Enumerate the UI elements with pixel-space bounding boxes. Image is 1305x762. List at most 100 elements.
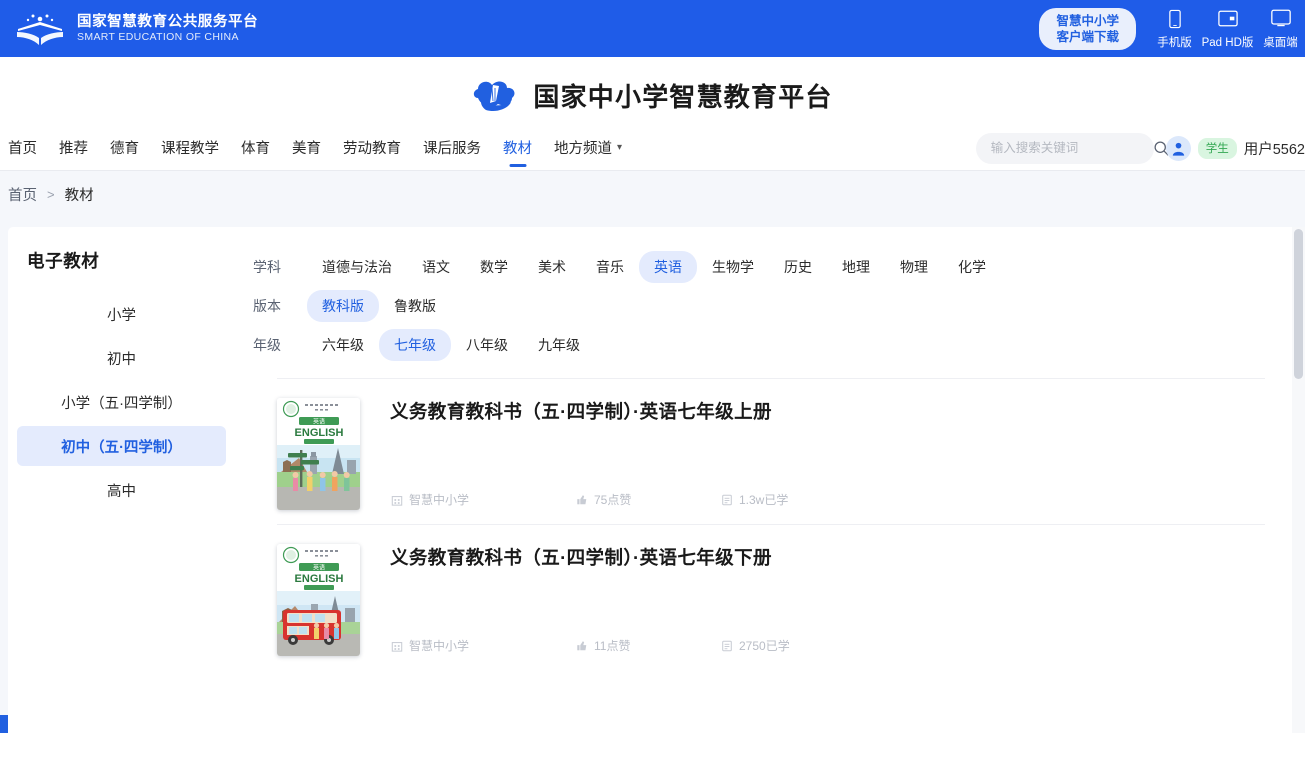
sidebar-item-label: 初中（五·四学制） [61,436,182,457]
sidebar-item-label: 小学（五·四学制） [61,392,182,413]
list-item[interactable]: 英语 ENGLISH [277,524,1265,670]
version-chip-lujiaoban[interactable]: 鲁教版 [379,290,451,322]
grade-chip-9[interactable]: 九年级 [523,329,595,361]
scrollbar-thumb[interactable] [1294,229,1303,379]
nav-label: 首页 [8,137,37,158]
subject-chip-biology[interactable]: 生物学 [697,251,769,283]
platform-link-mobile[interactable]: 手机版 [1150,8,1199,50]
top-bar-right-group: 智慧中小学 客户端下载 手机版 [1039,0,1305,57]
nav-right-group: 学生 用户5562 [976,125,1305,171]
sidebar-item-primary[interactable]: 小学 [17,294,226,334]
book-title[interactable]: 义务教育教科书（五·四学制）·英语七年级上册 [390,398,1265,424]
cloud-book-logo-icon [472,77,519,114]
nav-item-textbooks[interactable]: 教材 [492,125,543,170]
nav-item-aesthetic-education[interactable]: 美育 [281,125,332,170]
publisher-label: 智慧中小学 [409,637,469,654]
filter-row-version: 版本 教科版 鲁教版 [235,286,1305,325]
subject-chip-art[interactable]: 美术 [523,251,581,283]
search-bar[interactable] [976,133,1154,164]
subject-chip-list: 道德与法治 语文 数学 美术 音乐 英语 生物学 历史 地理 物理 化学 [307,251,1001,283]
version-chip-jiaokeban[interactable]: 教科版 [307,290,379,322]
user-info[interactable]: 学生 用户5562 [1166,136,1305,161]
list-item[interactable]: 英语 ENGLISH [277,378,1265,524]
subject-chip-physics[interactable]: 物理 [885,251,943,283]
institution-icon [390,493,403,506]
grade-chip-8[interactable]: 八年级 [451,329,523,361]
nav-item-home[interactable]: 首页 [0,125,48,170]
platform-label: 桌面端 [1263,34,1298,50]
client-download-button[interactable]: 智慧中小学 客户端下载 [1039,8,1136,50]
filter-label-version: 版本 [253,296,307,316]
sidebar-item-primary-54[interactable]: 小学（五·四学制） [17,382,226,422]
filter-row-subject: 学科 道德与法治 语文 数学 美术 音乐 英语 生物学 历史 地理 物理 化学 [235,247,1305,286]
nav-item-after-school[interactable]: 课后服务 [412,125,492,170]
breadcrumb-separator: > [47,187,55,202]
nav-item-recommend[interactable]: 推荐 [48,125,99,170]
subject-chip-geography[interactable]: 地理 [827,251,885,283]
nav-item-curriculum[interactable]: 课程教学 [150,125,230,170]
user-name[interactable]: 用户5562 [1244,138,1305,159]
svg-text:英语: 英语 [313,564,325,572]
subject-chip-english[interactable]: 英语 [639,251,697,283]
nav-item-moral-education[interactable]: 德育 [99,125,150,170]
grade-chip-7[interactable]: 七年级 [379,329,451,361]
page-edge-accent [0,715,8,733]
download-pill-line1: 智慧中小学 [1056,13,1119,29]
sidebar-item-label: 高中 [107,480,136,501]
svg-text:英语: 英语 [313,418,325,426]
download-pill-line2: 客户端下载 [1056,29,1119,45]
tablet-icon [1218,8,1238,30]
main-navigation: 首页 推荐 德育 课程教学 体育 美育 劳动教育 课后服务 教材 地方频道 ▾ [0,125,1305,171]
svg-text:ENGLISH: ENGLISH [295,573,344,585]
site-brand[interactable]: 国家智慧教育公共服务平台 SMART EDUCATION OF CHINA [14,11,258,47]
sidebar-item-junior-high[interactable]: 初中 [17,338,226,378]
book-publisher: 智慧中小学 [390,637,575,654]
breadcrumb-current: 教材 [65,184,94,205]
book-cover-thumbnail[interactable]: 英语 ENGLISH [277,398,360,510]
subject-chip-history[interactable]: 历史 [769,251,827,283]
textbook-list: 英语 ENGLISH [235,378,1305,670]
subject-chip-chemistry[interactable]: 化学 [943,251,1001,283]
book-cover-thumbnail[interactable]: 英语 ENGLISH [277,544,360,656]
nav-item-labor-education[interactable]: 劳动教育 [332,125,412,170]
book-learners: 1.3w已学 [720,491,788,508]
nav-label: 教材 [503,137,532,158]
breadcrumb: 首页 > 教材 [0,171,1305,218]
chevron-down-icon: ▾ [617,142,622,153]
institution-icon [390,639,403,652]
platform-label: 手机版 [1157,34,1192,50]
book-title[interactable]: 义务教育教科书（五·四学制）·英语七年级下册 [390,544,1265,570]
nav-label: 地方频道 [554,137,612,158]
thumbs-up-icon [575,639,588,652]
sidebar-item-senior-high[interactable]: 高中 [17,470,226,510]
subject-chip-chinese[interactable]: 语文 [407,251,465,283]
breadcrumb-home[interactable]: 首页 [8,184,37,205]
platform-link-pad[interactable]: Pad HD版 [1203,8,1252,50]
nav-label: 课后服务 [423,137,481,158]
sidebar: 电子教材 小学 初中 小学（五·四学制） 初中（五·四学制） 高中 [8,227,235,733]
sidebar-item-list: 小学 初中 小学（五·四学制） 初中（五·四学制） 高中 [8,294,235,510]
grade-chip-6[interactable]: 六年级 [307,329,379,361]
nav-item-physical-education[interactable]: 体育 [230,125,281,170]
platform-links: 手机版 Pad HD版 桌面端 [1150,8,1305,50]
filter-label-subject: 学科 [253,257,307,277]
site-header: 国家中小学智慧教育平台 [0,57,1305,125]
svg-text:ENGLISH: ENGLISH [295,427,344,439]
learners-label: 1.3w已学 [739,491,788,508]
study-record-icon [720,639,733,652]
thumbs-up-icon [575,493,588,506]
platform-link-desktop[interactable]: 桌面端 [1256,8,1305,50]
sidebar-item-junior-high-54[interactable]: 初中（五·四学制） [17,426,226,466]
search-input[interactable] [991,141,1152,155]
study-record-icon [720,493,733,506]
filter-row-grade: 年级 六年级 七年级 八年级 九年级 [235,325,1305,364]
subject-chip-music[interactable]: 音乐 [581,251,639,283]
nav-label: 课程教学 [161,137,219,158]
nav-item-local-channel[interactable]: 地方频道 ▾ [543,125,633,170]
subject-chip-moral-law[interactable]: 道德与法治 [307,251,407,283]
subject-chip-math[interactable]: 数学 [465,251,523,283]
content-scrollbar[interactable] [1292,227,1305,733]
top-utility-bar: 国家智慧教育公共服务平台 SMART EDUCATION OF CHINA 智慧… [0,0,1305,57]
user-avatar-icon[interactable] [1166,136,1191,161]
version-chip-list: 教科版 鲁教版 [307,290,451,322]
